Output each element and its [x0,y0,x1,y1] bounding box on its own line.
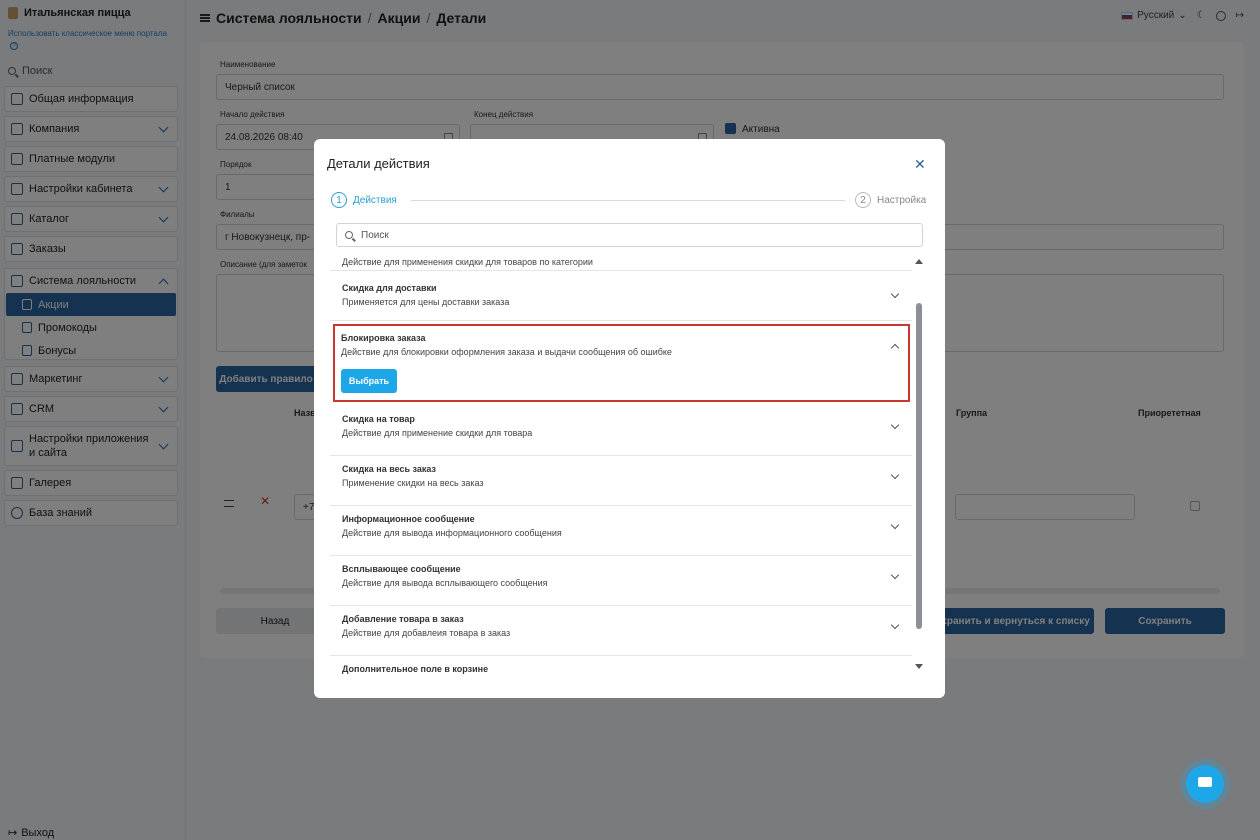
step-settings: 2 Настройка [855,192,926,208]
chevron-down-icon [890,570,900,580]
action-list: Действие для применения скидки для товар… [330,251,912,675]
search-icon [345,231,353,239]
chevron-down-icon [890,420,900,430]
action-details-modal: Детали действия ✕ 1 Действия 2 Настройка… [314,139,945,698]
step-actions: 1 Действия [331,192,397,208]
chevron-up-icon [890,343,900,353]
close-icon[interactable]: ✕ [914,156,926,173]
chevron-down-icon [890,620,900,630]
list-item[interactable]: Всплывающее сообщение Действие для вывод… [330,556,912,606]
chevron-down-icon [890,520,900,530]
chevron-down-icon [890,289,900,299]
select-button[interactable]: Выбрать [341,369,397,393]
chevron-down-icon [890,470,900,480]
list-item[interactable]: Дополнительное поле в корзине [330,656,912,675]
list-item[interactable]: Добавление товара в заказ Действие для д… [330,606,912,656]
list-item-selected[interactable]: Блокировка заказа Действие для блокировк… [333,324,910,402]
scroll-up-icon[interactable] [915,259,923,264]
list-item[interactable]: Скидка на товар Действие для применение … [330,406,912,456]
step-connector [411,200,845,201]
scrollbar-thumb[interactable] [916,303,922,629]
list-item[interactable]: Информационное сообщение Действие для вы… [330,506,912,556]
list-item[interactable]: Действие для применения скидки для товар… [330,251,912,271]
list-item[interactable]: Скидка для доставки Применяется для цены… [330,271,912,321]
modal-title: Детали действия [327,156,430,171]
chat-icon[interactable] [1186,765,1224,803]
scroll-down-icon[interactable] [915,664,923,669]
action-search-input[interactable]: Поиск [336,223,923,247]
list-item[interactable]: Скидка на весь заказ Применение скидки н… [330,456,912,506]
